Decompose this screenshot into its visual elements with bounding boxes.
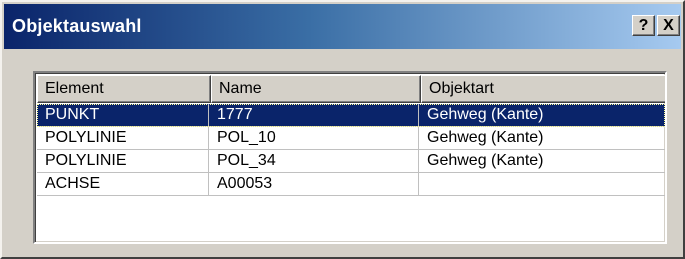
column-header-objektart[interactable]: Objektart [421, 75, 665, 103]
table-row[interactable]: POLYLINIE POL_34 Gehweg (Kante) [37, 150, 665, 173]
table-row[interactable]: ACHSE A00053 [37, 173, 665, 196]
column-header-name[interactable]: Name [211, 75, 421, 103]
list-header: Element Name Objektart [37, 75, 665, 103]
cell-element: POLYLINIE [37, 150, 209, 172]
object-selection-dialog: Objektauswahl ? X Element Name Objektart… [0, 0, 685, 259]
title-bar[interactable]: Objektauswahl ? X [4, 4, 681, 49]
cell-name: POL_10 [209, 127, 419, 149]
cell-element: ACHSE [37, 173, 209, 195]
cell-element: PUNKT [37, 104, 209, 126]
cell-name: POL_34 [209, 150, 419, 172]
table-row[interactable]: PUNKT 1777 Gehweg (Kante) [37, 104, 665, 127]
close-button[interactable]: X [657, 15, 680, 36]
help-button[interactable]: ? [632, 15, 655, 36]
column-header-element[interactable]: Element [37, 75, 211, 103]
table-row[interactable]: POLYLINIE POL_10 Gehweg (Kante) [37, 127, 665, 150]
cell-objektart: Gehweg (Kante) [427, 152, 544, 169]
dialog-title: Objektauswahl [12, 16, 142, 36]
cell-name: A00053 [209, 173, 419, 195]
cell-element: POLYLINIE [37, 127, 209, 149]
cell-objektart [419, 173, 665, 195]
object-list[interactable]: Element Name Objektart PUNKT 1777 Gehweg… [33, 71, 667, 244]
cell-objektart: Gehweg (Kante) [427, 129, 544, 146]
list-rows: PUNKT 1777 Gehweg (Kante) POLYLINIE POL_… [37, 104, 665, 196]
cell-name: 1777 [209, 104, 419, 126]
cell-objektart: Gehweg (Kante) [427, 106, 544, 123]
